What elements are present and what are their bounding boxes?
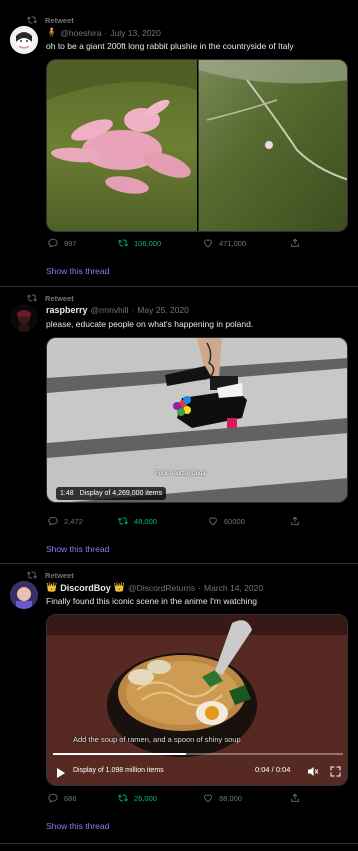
- avatar[interactable]: [10, 304, 38, 332]
- tweet-date[interactable]: July 13, 2020: [110, 28, 161, 38]
- video-badge: 1:48 Display of 4,269,000 items: [56, 487, 167, 500]
- retweet-label: Retweet: [45, 570, 74, 580]
- avatar-image: [10, 26, 38, 54]
- reply-count: 686: [64, 793, 77, 803]
- share-button[interactable]: [290, 793, 300, 803]
- avatar[interactable]: [10, 581, 38, 609]
- protest-video-frame[interactable]: [47, 338, 348, 503]
- fullscreen-icon: [330, 766, 341, 777]
- show-thread-link[interactable]: Show this thread: [46, 544, 109, 554]
- avatar-image: [10, 304, 38, 332]
- retweet-count: 48,000: [134, 516, 157, 526]
- video-duration: 1:48: [60, 490, 74, 497]
- tweet-text: please, educate people on what's happeni…: [46, 319, 254, 329]
- video-time: 0:04 / 0:04: [255, 765, 291, 774]
- play-icon: [57, 768, 65, 778]
- tweet-1[interactable]: Retweet 🧍 @hoeshira · July 13, 2020 oh t…: [0, 0, 358, 287]
- tweet-date[interactable]: March 14, 2020: [204, 583, 263, 593]
- user-emoji-icon: 🧍: [46, 27, 58, 37]
- display-name[interactable]: DiscordBoy: [60, 583, 111, 593]
- retweet-button[interactable]: 26,000: [118, 793, 157, 803]
- reply-icon: [48, 793, 58, 803]
- share-icon: [291, 793, 299, 802]
- tweet-header: raspberry @rmnvhill · May 25, 2020: [46, 305, 189, 315]
- show-thread-link[interactable]: Show this thread: [46, 266, 109, 276]
- retweet-button[interactable]: 106,000: [118, 238, 161, 248]
- video-views: Display of 1.098 million items: [73, 767, 164, 774]
- display-name[interactable]: raspberry: [46, 305, 88, 315]
- like-count: 60000: [224, 516, 245, 526]
- reply-button[interactable]: 997: [48, 238, 77, 248]
- like-button[interactable]: 60000: [208, 516, 245, 526]
- reply-button[interactable]: 2,472: [48, 516, 83, 526]
- tweet-3[interactable]: Retweet 👑 DiscordBoy 👑 @DiscordReturns ·…: [0, 564, 358, 844]
- reply-icon: [48, 238, 58, 248]
- share-icon: [291, 238, 299, 247]
- crown-icon: 👑: [46, 582, 58, 592]
- reply-count: 997: [64, 238, 77, 248]
- retweet-label: Retweet: [45, 293, 74, 303]
- video-progress-bar[interactable]: [53, 753, 343, 755]
- video-progress-fill: [53, 753, 187, 755]
- video-player[interactable]: Fuck Andrzej Duda 1:48 Display of 4,269,…: [46, 337, 348, 503]
- heart-icon: [204, 239, 212, 248]
- separator: ·: [104, 27, 108, 38]
- fullscreen-button[interactable]: [330, 764, 341, 777]
- tweet-header: 🧍 @hoeshira · July 13, 2020: [46, 27, 161, 38]
- retweet-count: 106,000: [134, 238, 162, 248]
- avatar-image: [10, 581, 38, 609]
- reply-icon: [48, 516, 58, 526]
- retweet-label: Retweet: [45, 15, 74, 25]
- retweet-icon: [118, 239, 128, 247]
- anime-ramen-video-frame[interactable]: [47, 615, 348, 786]
- separator: ·: [131, 305, 135, 315]
- tweet-date[interactable]: May 25, 2020: [137, 305, 189, 315]
- user-handle[interactable]: @hoeshira: [60, 28, 101, 38]
- retweet-indicator: Retweet: [27, 14, 74, 26]
- rabbit-plushie-photos[interactable]: [47, 60, 348, 232]
- like-count: 88,000: [219, 793, 242, 803]
- retweet-indicator: Retweet: [27, 292, 74, 304]
- reply-count: 2,472: [64, 516, 83, 526]
- retweet-indicator: Retweet: [27, 569, 74, 581]
- tweet-text: Finally found this iconic scene in the a…: [46, 596, 257, 606]
- retweet-icon: [27, 294, 37, 302]
- heart-icon: [204, 794, 212, 803]
- show-thread-link[interactable]: Show this thread: [46, 821, 109, 831]
- like-button[interactable]: 88,000: [203, 793, 242, 803]
- tweet-actions: 2,472 48,000 60000: [46, 516, 348, 530]
- user-handle[interactable]: @rmnvhill: [91, 305, 129, 315]
- tweet-text: oh to be a giant 200ft long rabbit plush…: [46, 41, 294, 51]
- share-icon: [291, 516, 299, 525]
- like-button[interactable]: 471,000: [203, 238, 246, 248]
- separator: ·: [198, 582, 201, 593]
- retweet-icon: [27, 16, 37, 24]
- retweet-icon: [27, 571, 37, 579]
- avatar[interactable]: [10, 26, 38, 54]
- tweet-actions: 686 26,000 88,000: [46, 793, 348, 807]
- share-button[interactable]: [290, 238, 300, 248]
- video-views-badge: Display of 1.098 million items: [69, 764, 168, 777]
- video-subtitle: Add the soup of ramen, and a spoon of sh…: [73, 735, 241, 744]
- video-views: Display of 4,269,000 items: [79, 490, 163, 497]
- tweet-actions: 997 106,000 471,000: [46, 238, 348, 252]
- tweet-header: 👑 DiscordBoy 👑 @DiscordReturns · March 1…: [46, 582, 263, 593]
- retweet-count: 26,000: [134, 793, 157, 803]
- video-player[interactable]: Add the soup of ramen, and a spoon of sh…: [46, 614, 348, 786]
- heart-icon: [209, 517, 217, 526]
- play-button[interactable]: [57, 765, 65, 778]
- share-button[interactable]: [290, 516, 300, 526]
- like-count: 471,000: [219, 238, 247, 248]
- crown-icon: 👑: [113, 582, 125, 592]
- media-gallery[interactable]: [46, 59, 348, 232]
- mute-button[interactable]: [307, 764, 319, 776]
- tweet-2[interactable]: Retweet raspberry @rmnvhill · May 25, 20…: [0, 287, 358, 564]
- user-handle[interactable]: @DiscordReturns: [128, 583, 195, 593]
- speaker-muted-icon: [308, 767, 319, 776]
- reply-button[interactable]: 686: [48, 793, 77, 803]
- retweet-button[interactable]: 48,000: [118, 516, 157, 526]
- retweet-icon: [118, 794, 128, 802]
- retweet-icon: [118, 517, 128, 525]
- video-caption: Fuck Andrzej Duda: [155, 471, 206, 477]
